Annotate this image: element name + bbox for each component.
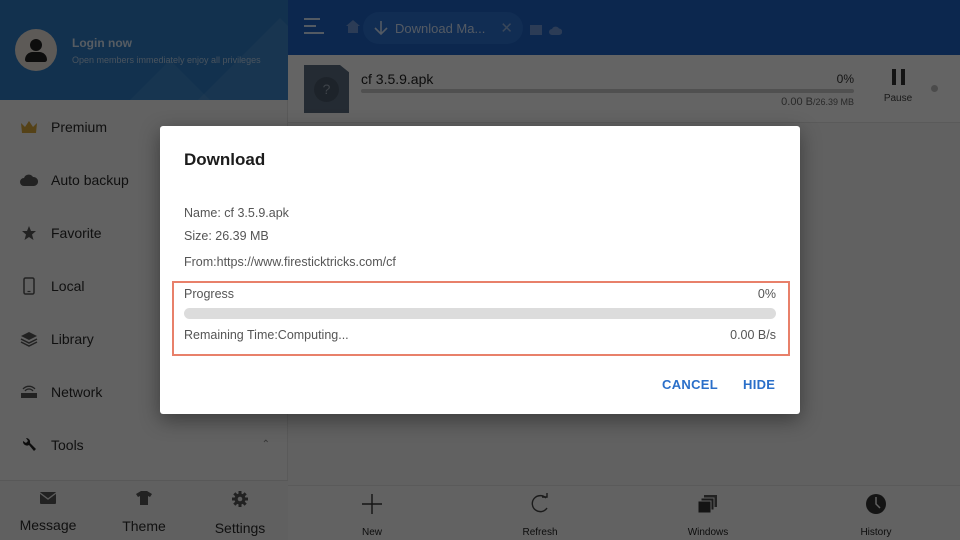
progress-percent: 0% xyxy=(757,287,776,301)
progress-section: Progress 0% Remaining Time:Computing... … xyxy=(172,281,790,356)
download-dialog: Download Name: cf 3.5.9.apk Size: 26.39 … xyxy=(160,126,800,414)
source-url-line: From:https://www.firesticktricks.com/cf xyxy=(184,255,396,269)
file-name-line: Name: cf 3.5.9.apk xyxy=(184,206,289,220)
hide-button[interactable]: HIDE xyxy=(743,377,775,392)
progress-label: Progress xyxy=(184,287,235,301)
progress-bar xyxy=(184,308,776,319)
remaining-time: Remaining Time:Computing... xyxy=(184,328,349,342)
download-speed: 0.00 B/s xyxy=(730,328,776,342)
file-size-line: Size: 26.39 MB xyxy=(184,229,269,243)
cancel-button[interactable]: CANCEL xyxy=(662,377,718,392)
dialog-title: Download xyxy=(184,150,266,169)
